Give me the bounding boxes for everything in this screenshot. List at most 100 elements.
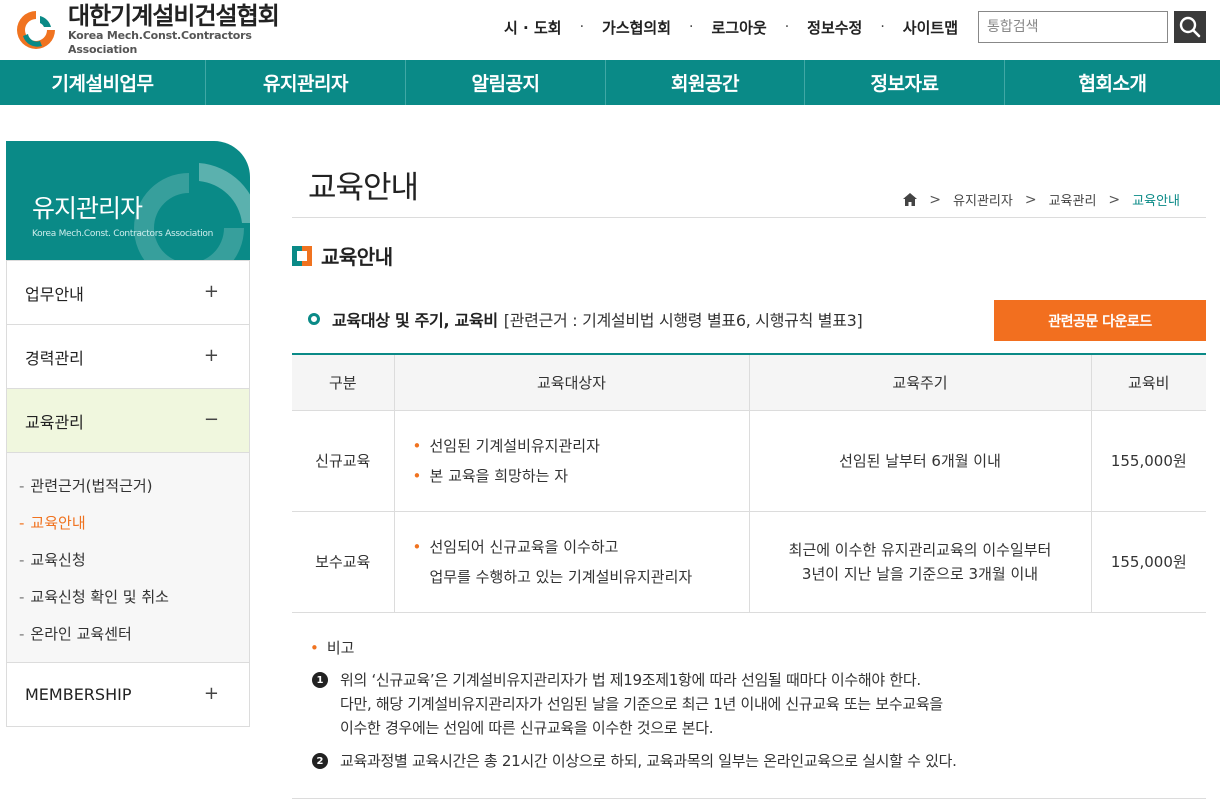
sidebar-item-career[interactable]: 경력관리 + <box>7 324 249 388</box>
plus-icon[interactable]: + <box>204 347 219 365</box>
sidebar-subitem-apply[interactable]: - 교육신청 <box>7 541 249 578</box>
breadcrumb-current: 교육안내 <box>1132 194 1180 209</box>
header: 대한기계설비건설협회 Korea Mech.Const.Contractors … <box>0 0 1220 60</box>
dash-marker: - <box>19 624 25 643</box>
gnb-item-maintenance-manager[interactable]: 유지관리자 <box>206 60 406 105</box>
home-icon[interactable] <box>903 193 918 206</box>
util-link-sitemap[interactable]: 사이트맵 <box>903 17 958 38</box>
bullet-dot: • <box>310 638 319 657</box>
table-cell-cycle: 최근에 이수한 유지관리교육의 이수일부터 3년이 지난 날을 기준으로 3개월… <box>748 511 1091 613</box>
bullet-dot: • <box>412 537 422 556</box>
util-link-edit-info[interactable]: 정보수정 <box>807 17 862 38</box>
gnb-item-notice[interactable]: 알림공지 <box>406 60 606 105</box>
sidebar-item-label: 업무안내 <box>25 284 84 304</box>
gnb-item-about[interactable]: 협회소개 <box>1005 60 1220 105</box>
util-link-logout[interactable]: 로그아웃 <box>711 17 766 38</box>
sidebar-item-education[interactable]: 교육관리 − <box>7 388 249 452</box>
minus-icon[interactable]: − <box>204 411 219 429</box>
number-badge-icon: 1 <box>312 672 328 688</box>
breadcrumb: > 유지관리자 > 교육관리 > 교육안내 <box>903 190 1180 209</box>
logo-mark-icon <box>14 8 58 52</box>
search-button[interactable] <box>1174 11 1206 43</box>
site-logo[interactable]: 대한기계설비건설협회 Korea Mech.Const.Contractors … <box>14 2 314 56</box>
education-table: 구분 교육대상자 교육주기 교육비 신규교육 • 선임된 기계설비유지관리자 • 본… <box>292 353 1206 613</box>
dash-marker: - <box>19 550 25 569</box>
note-line: 위의 ‘신규교육’은 기계설비유지관리자가 법 제19조제1항에 따라 선임될 … <box>340 671 921 689</box>
sidebar-subitem-online-center[interactable]: - 온라인 교육센터 <box>7 615 249 652</box>
breadcrumb-item[interactable]: 유지관리자 <box>953 190 1013 209</box>
note-line: 이수한 경우에는 선임에 따른 신규교육을 이수한 것으로 본다. <box>340 719 714 737</box>
section-heading: 교육안내 <box>292 241 393 270</box>
sidebar-subitem-label: 교육신청 <box>30 551 86 569</box>
dash-marker: - <box>19 476 25 495</box>
notes-heading: • 비고 <box>310 637 354 658</box>
table-row: 보수교육 • 선임되어 신규교육을 이수하고 업무를 수행하고 있는 기계설비유지… <box>292 511 1206 613</box>
breadcrumb-separator: > <box>929 191 942 208</box>
download-document-button[interactable]: 관련공문 다운로드 <box>994 300 1206 341</box>
note-item: 2 교육과정별 교육시간은 총 21시간 이상으로 하되, 교육과목의 일부는 … <box>312 749 957 773</box>
table-cell-targets: • 선임된 기계설비유지관리자 • 본 교육을 희망하는 자 <box>393 410 749 512</box>
sidebar-subitem-legal-basis[interactable]: - 관련근거(법적근거) <box>7 467 249 504</box>
sidebar-subitem-label: 온라인 교육센터 <box>30 625 132 643</box>
sidebar-item-membership[interactable]: MEMBERSHIP + <box>7 662 249 726</box>
title-divider <box>292 217 1206 218</box>
sidebar-menu: 업무안내 + 경력관리 + 교육관리 − - 관련근거(법적근거) - 교육안내… <box>6 260 250 727</box>
page-title: 교육안내 <box>308 170 419 206</box>
util-separator: · <box>689 19 694 35</box>
table-cell-fee: 155,000원 <box>1090 410 1206 512</box>
search-icon <box>1179 16 1201 38</box>
table-cell-type: 신규교육 <box>292 410 394 512</box>
plus-icon[interactable]: + <box>204 685 219 703</box>
sidebar-title: 유지관리자 <box>32 194 143 223</box>
sidebar-submenu: - 관련근거(법적근거) - 교육안내 - 교육신청 - 교육신청 확인 및 취… <box>7 452 249 662</box>
section-title: 교육안내 <box>321 245 393 269</box>
dash-marker: - <box>19 513 25 532</box>
sidebar-item-label: 경력관리 <box>25 348 84 368</box>
bottom-divider <box>292 798 1206 799</box>
sidebar-item-label: MEMBERSHIP <box>25 685 132 704</box>
section-square-icon <box>292 245 312 266</box>
sidebar-header: 유지관리자 Korea Mech.Const. Contractors Asso… <box>6 141 250 260</box>
util-link-gas[interactable]: 가스협의회 <box>602 17 671 38</box>
note-line: 교육과정별 교육시간은 총 21시간 이상으로 하되, 교육과목의 일부는 온라… <box>340 752 957 770</box>
number-badge-icon: 2 <box>312 753 328 769</box>
notes-heading-text: 비고 <box>326 639 355 657</box>
breadcrumb-separator: > <box>1024 191 1037 208</box>
breadcrumb-separator: > <box>1108 191 1121 208</box>
table-header-cell: 구분 <box>292 353 394 411</box>
cycle-text: 최근에 이수한 유지관리교육의 이수일부터 <box>788 540 1052 559</box>
logo-korean-name: 대한기계설비건설협회 <box>68 2 280 30</box>
util-link-sido[interactable]: 시 · 도회 <box>504 17 562 38</box>
target-text: 본 교육을 희망하는 자 <box>429 466 569 485</box>
sidebar-subitem-apply-check[interactable]: - 교육신청 확인 및 취소 <box>7 578 249 615</box>
sidebar-subitem-label: 교육안내 <box>30 514 86 532</box>
sidebar-item-work-guide[interactable]: 업무안내 + <box>7 260 249 324</box>
cycle-text: 선임된 날부터 6개월 이내 <box>839 451 1001 470</box>
gnb-item-member-space[interactable]: 회원공간 <box>606 60 805 105</box>
sidebar-subtitle: Korea Mech.Const. Contractors Associatio… <box>32 229 214 239</box>
table-header-cell: 교육비 <box>1090 353 1206 411</box>
plus-icon[interactable]: + <box>204 283 219 301</box>
target-text: 업무를 수행하고 있는 기계설비유지관리자 <box>429 567 693 586</box>
breadcrumb-item[interactable]: 교육관리 <box>1049 190 1097 209</box>
sidebar-subitem-label: 관련근거(법적근거) <box>30 477 153 495</box>
sub-heading-text: 교육대상 및 주기, 교육비 <box>332 311 498 330</box>
table-cell-fee: 155,000원 <box>1090 511 1206 613</box>
table-cell-type: 보수교육 <box>292 511 394 613</box>
note-item: 1 위의 ‘신규교육’은 기계설비유지관리자가 법 제19조제1항에 따라 선임… <box>312 668 943 740</box>
gnb-item-resources[interactable]: 정보자료 <box>805 60 1005 105</box>
table-header-cell: 교육주기 <box>748 353 1091 411</box>
sidebar-subitem-label: 교육신청 확인 및 취소 <box>30 588 169 606</box>
dash-marker: - <box>19 587 25 606</box>
gnb-item-mech-business[interactable]: 기계설비업무 <box>0 60 206 105</box>
search-input[interactable]: 통합검색 <box>978 11 1168 43</box>
cycle-text: 3년이 지난 날을 기준으로 3개월 이내 <box>801 564 1039 583</box>
sidebar-subitem-education-guide[interactable]: - 교육안내 <box>7 504 249 541</box>
sidebar-item-label: 교육관리 <box>25 412 84 432</box>
logo-english-name: Korea Mech.Const.Contractors Association <box>68 29 252 56</box>
note-line: 다만, 해당 기계설비유지관리자가 선임된 날을 기준으로 최근 1년 이내에 … <box>340 695 943 713</box>
util-separator: · <box>880 19 885 35</box>
table-header-row: 구분 교육대상자 교육주기 교육비 <box>292 353 1206 411</box>
util-separator: · <box>784 19 790 35</box>
table-cell-targets: • 선임되어 신규교육을 이수하고 업무를 수행하고 있는 기계설비유지관리자 <box>393 511 749 613</box>
